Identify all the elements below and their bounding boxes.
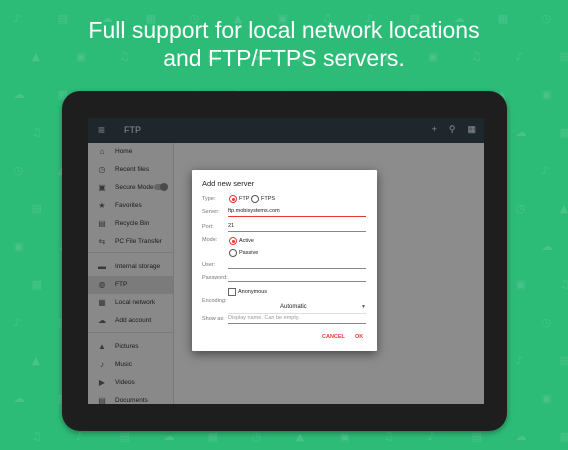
password-label: Password: bbox=[202, 275, 228, 281]
cancel-button[interactable]: CANCEL bbox=[322, 334, 345, 340]
mode-passive-radio[interactable] bbox=[229, 249, 237, 257]
background-pattern-icon: ▣ bbox=[515, 278, 527, 291]
ok-button[interactable]: OK bbox=[355, 334, 363, 340]
background-pattern-icon: ♪ bbox=[13, 316, 21, 329]
app-screen: ≡ FTP + ⚲ ▦ ⌂ Home ◷ Recent files ▣ Secure Mo… bbox=[88, 118, 484, 404]
background-pattern-icon: ♫ bbox=[31, 126, 42, 139]
type-ftps-radio[interactable] bbox=[251, 195, 259, 203]
background-pattern-icon: ◷ bbox=[515, 202, 526, 215]
background-pattern-icon: ▦ bbox=[207, 430, 219, 443]
background-pattern-icon: ☁ bbox=[515, 126, 527, 139]
background-pattern-icon: ☁ bbox=[515, 430, 527, 443]
background-pattern-icon: ◷ bbox=[13, 164, 24, 177]
anonymous-label: Anonymous bbox=[238, 289, 268, 295]
type-ftp-label: FTP bbox=[239, 196, 250, 202]
showas-input[interactable]: Display name. Can be empty. bbox=[228, 315, 366, 324]
background-pattern-icon: ♪ bbox=[541, 164, 549, 177]
headline-line-1: Full support for local network locations bbox=[88, 17, 480, 43]
background-pattern-icon: ▤ bbox=[559, 354, 568, 367]
encoding-label: Encoding: bbox=[202, 298, 227, 304]
background-pattern-icon: ▣ bbox=[339, 430, 351, 443]
type-ftp-radio[interactable] bbox=[229, 195, 237, 203]
user-input[interactable] bbox=[228, 260, 366, 269]
anonymous-checkbox[interactable] bbox=[228, 288, 236, 296]
background-pattern-icon: ☁ bbox=[541, 240, 553, 253]
background-pattern-icon: ▣ bbox=[541, 88, 553, 101]
background-pattern-icon: ☁ bbox=[13, 88, 25, 101]
background-pattern-icon: ▲ bbox=[559, 202, 568, 215]
background-pattern-icon: ◷ bbox=[251, 430, 262, 443]
background-pattern-icon: ▤ bbox=[119, 430, 131, 443]
background-pattern-icon: ♪ bbox=[427, 430, 435, 443]
mode-label: Mode: bbox=[202, 237, 218, 243]
background-pattern-icon: ▣ bbox=[13, 240, 25, 253]
background-pattern-icon: ▣ bbox=[541, 392, 553, 405]
background-pattern-icon: ☁ bbox=[163, 430, 175, 443]
background-pattern-icon: ◷ bbox=[541, 316, 552, 329]
add-server-dialog: Add new server Type: FTP FTPS Server: ft… bbox=[192, 170, 377, 351]
background-pattern-icon: ▲ bbox=[295, 430, 305, 443]
background-pattern-icon: ▦ bbox=[559, 126, 568, 139]
background-pattern-icon: ▤ bbox=[31, 202, 43, 215]
user-label: User: bbox=[202, 262, 216, 268]
server-input[interactable]: ftp.mobisystems.com bbox=[228, 208, 366, 217]
type-label: Type: bbox=[202, 196, 216, 202]
background-pattern-icon: ▦ bbox=[559, 430, 568, 443]
dialog-title: Add new server bbox=[202, 179, 255, 188]
background-pattern-icon: ♫ bbox=[559, 278, 568, 291]
background-pattern-icon: ♪ bbox=[75, 430, 83, 443]
background-pattern-icon: ▤ bbox=[471, 430, 483, 443]
mode-active-label: Active bbox=[239, 238, 254, 244]
showas-label: Show as: bbox=[202, 316, 225, 322]
headline-line-2: and FTP/FTPS servers. bbox=[163, 45, 405, 71]
background-pattern-icon: ▦ bbox=[31, 278, 43, 291]
port-label: Port: bbox=[202, 224, 214, 230]
background-pattern-icon: ♪ bbox=[515, 354, 523, 367]
port-input[interactable]: 21 bbox=[228, 223, 366, 232]
background-pattern-icon: ♫ bbox=[31, 430, 42, 443]
background-pattern-icon: ♫ bbox=[383, 430, 394, 443]
mode-passive-label: Passive bbox=[239, 250, 259, 256]
background-pattern-icon: ☁ bbox=[13, 392, 25, 405]
encoding-value: Automatic bbox=[280, 304, 307, 310]
type-ftps-label: FTPS bbox=[261, 196, 276, 202]
encoding-select[interactable]: Automatic ▼ bbox=[228, 304, 366, 314]
mode-active-radio[interactable] bbox=[229, 237, 237, 245]
server-label: Server: bbox=[202, 209, 220, 215]
background-pattern-icon: ▲ bbox=[31, 354, 41, 367]
dropdown-arrow-icon: ▼ bbox=[361, 304, 366, 310]
password-input[interactable] bbox=[228, 273, 366, 282]
promo-headline: Full support for local network locations… bbox=[0, 16, 568, 72]
